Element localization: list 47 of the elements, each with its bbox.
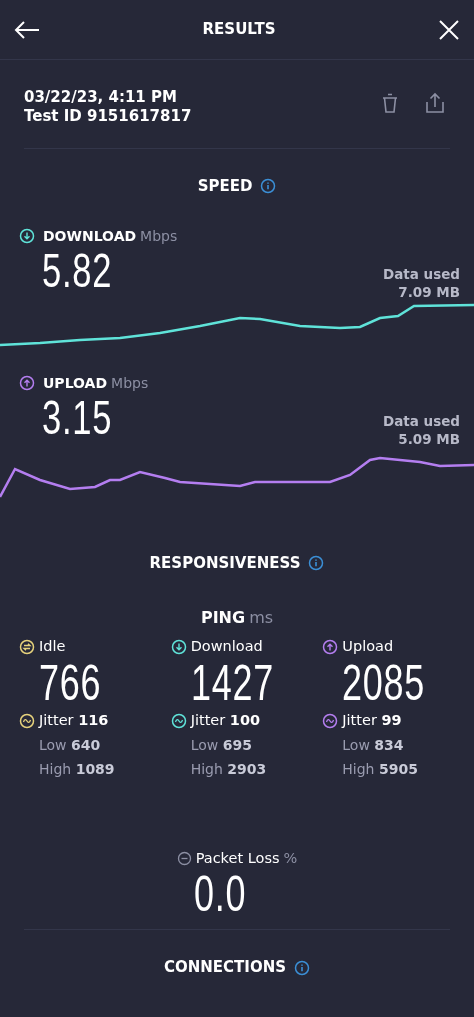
speed-value: 5.82 — [42, 246, 113, 295]
unit-label: Mbps — [140, 226, 178, 246]
section-title: CONNECTIONS — [163, 957, 286, 979]
high-text: High 1089 — [38, 759, 116, 779]
jitter-text: Jitter 116 — [39, 710, 109, 730]
jitter-icon — [322, 712, 339, 729]
speed-value: 3.15 — [42, 393, 113, 442]
close-icon[interactable] — [438, 18, 460, 41]
packet-loss-icon — [176, 850, 192, 866]
test-id: Test ID 9151617817 — [24, 107, 192, 126]
data-used-label: Data used — [382, 264, 460, 283]
jitter-icon — [19, 712, 35, 729]
jitter-text: Jitter 100 — [190, 710, 261, 730]
metric-label: UPLOAD — [43, 373, 108, 393]
packet-loss-value: 0.0 — [194, 869, 247, 920]
ping-value: 1427 — [190, 657, 274, 708]
unit-label: ms — [249, 607, 274, 629]
page-title: RESULTS — [202, 19, 276, 41]
share-icon[interactable] — [424, 92, 446, 114]
metric-label: DOWNLOAD — [43, 226, 137, 246]
jitter-text: Jitter 99 — [342, 710, 402, 730]
data-used-value: 5.09 MB — [397, 429, 460, 448]
data-used-label: Data used — [382, 411, 460, 430]
ping-value: 2085 — [342, 657, 426, 708]
section-title: RESPONSIVENESS — [149, 552, 301, 574]
ping-label: PING — [200, 607, 246, 629]
low-text: Low 834 — [341, 735, 405, 755]
jitter-icon — [170, 712, 187, 729]
unit-label: Mbps — [111, 373, 149, 393]
info-icon[interactable] — [260, 178, 277, 195]
high-text: High 5905 — [341, 759, 419, 779]
low-text: Low 640 — [38, 735, 102, 755]
test-date: 03/22/23, 4:11 PM — [24, 88, 178, 107]
data-used-value: 7.09 MB — [397, 282, 460, 301]
ping-value: 766 — [39, 657, 102, 708]
ping-type-label: Upload — [342, 637, 394, 656]
info-icon[interactable] — [308, 554, 325, 571]
info-icon[interactable] — [294, 959, 310, 976]
high-text: High 2903 — [189, 759, 268, 779]
ping-type-label: Idle — [39, 637, 66, 656]
trash-icon[interactable] — [380, 92, 400, 114]
low-text: Low 695 — [189, 735, 253, 755]
packet-loss-label: Packet Loss — [195, 848, 280, 868]
section-title: SPEED — [197, 176, 253, 197]
back-icon[interactable] — [14, 19, 40, 40]
ping-type-label: Download — [190, 637, 263, 656]
unit-label: % — [283, 848, 298, 868]
